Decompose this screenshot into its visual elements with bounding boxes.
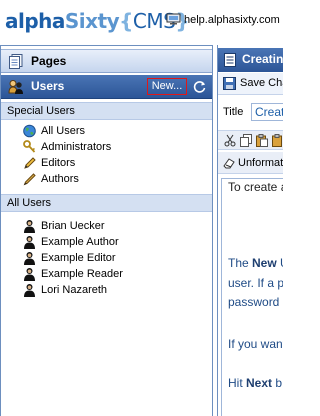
format-label: Unformat [238, 157, 283, 169]
body-new-bold: New [252, 256, 277, 270]
refresh-icon[interactable] [192, 79, 207, 94]
list-item-user[interactable]: Example Author [1, 234, 212, 250]
all-users-list: Brian Uecker Example Author Example Edit… [1, 218, 212, 298]
user-icon [23, 251, 36, 265]
body-next-bold: Next [246, 376, 273, 390]
user-icon [23, 267, 36, 281]
body-line-5: If you want [228, 337, 283, 351]
editor-toolbar [218, 130, 283, 150]
list-item-label: Administrators [41, 141, 112, 153]
body-line-6-pre: Hit [228, 376, 246, 390]
list-item-authors[interactable]: Authors [1, 171, 212, 187]
list-item-label: Editors [41, 157, 76, 169]
users-section-header[interactable]: Users New... [1, 75, 212, 99]
list-item-user[interactable]: Brian Uecker [1, 218, 212, 234]
pen-icon [23, 172, 36, 186]
users-label: Users [31, 79, 65, 93]
copy-icon[interactable] [240, 134, 252, 147]
list-item-editors[interactable]: Editors [1, 155, 212, 171]
list-item-user[interactable]: Example Editor [1, 250, 212, 266]
body-line-6-post: b [272, 376, 283, 390]
list-item-label: All Users [41, 125, 86, 137]
sidebar: Pages Users New... Special Users All Use… [0, 45, 213, 416]
body-line-2: The New U [228, 253, 283, 273]
special-users-header: Special Users [1, 102, 212, 120]
editor-title-bar: Creatin [218, 48, 283, 72]
title-field-row: Title Creati [218, 101, 283, 123]
list-item-all-users[interactable]: All Users [1, 123, 212, 139]
save-label: Save Cha [240, 77, 283, 89]
paste-text-icon[interactable] [272, 134, 283, 147]
save-icon [223, 77, 236, 90]
site-link-text: help.alphasixty.com [184, 14, 280, 26]
editor-panel: Creatin Save Cha Title Creati Unformat T… [217, 45, 283, 416]
logo-part-alpha: alpha [5, 9, 65, 33]
body-line-3: user. If a p [228, 276, 283, 290]
all-users-header: All Users [1, 194, 212, 212]
title-field-label: Title [223, 106, 244, 118]
logo-part-sixty: Sixty [64, 9, 120, 33]
app-logo: alphaSixty{CMS} [5, 7, 190, 35]
list-item-user[interactable]: Lori Nazareth [1, 282, 212, 298]
pages-label: Pages [31, 54, 67, 68]
list-item-administrators[interactable]: Administrators [1, 139, 212, 155]
format-dropdown[interactable]: Unformat [218, 152, 283, 174]
editor-title: Creatin [242, 52, 283, 66]
cut-icon[interactable] [224, 134, 236, 147]
body-line-1: To create a [228, 180, 283, 194]
list-item-label: Authors [41, 173, 79, 185]
pages-icon [9, 54, 23, 69]
users-group-icon [8, 79, 24, 95]
list-item-label: Brian Uecker [41, 220, 105, 232]
list-item-label: Example Editor [41, 252, 116, 264]
document-icon [223, 53, 237, 67]
pages-section-header[interactable]: Pages [1, 49, 212, 73]
body-line-2-start: The [228, 256, 253, 270]
body-line-6: Hit Next b [228, 373, 282, 393]
list-item-user[interactable]: Example Reader [1, 266, 212, 282]
new-user-button[interactable]: New... [147, 78, 187, 95]
key-icon [23, 140, 36, 154]
special-users-list: All Users Administrators Editors Authors [1, 123, 212, 187]
logo-brace-open: { [119, 9, 133, 33]
header: alphaSixty{CMS} help.alphasixty.com [0, 0, 283, 42]
user-icon [23, 219, 36, 233]
list-item-label: Example Author [41, 236, 119, 248]
paste-icon[interactable] [256, 134, 268, 147]
user-icon [23, 235, 36, 249]
body-line-2-rest: U [277, 256, 283, 270]
user-icon [23, 283, 36, 297]
save-changes-button[interactable]: Save Cha [218, 73, 283, 95]
editor-body[interactable]: To create a The New U user. If a p passw… [221, 178, 283, 416]
body-line-4: password [228, 295, 280, 309]
list-item-label: Lori Nazareth [41, 284, 108, 296]
title-input[interactable]: Creati [251, 103, 283, 121]
eraser-icon [223, 157, 235, 169]
site-link[interactable]: help.alphasixty.com [166, 11, 280, 29]
globe-icon [23, 124, 36, 138]
pencil-icon [23, 156, 36, 170]
monitor-icon [166, 13, 182, 25]
list-item-label: Example Reader [41, 268, 123, 280]
